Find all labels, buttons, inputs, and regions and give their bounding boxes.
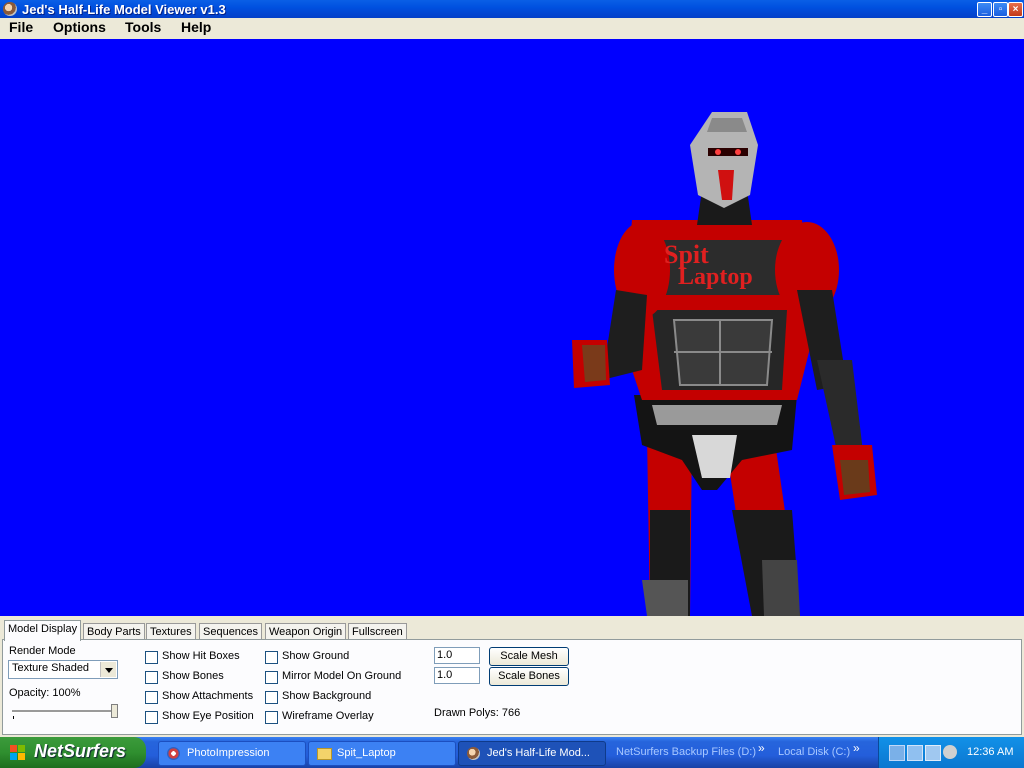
tab-fullscreen[interactable]: Fullscreen	[348, 623, 407, 640]
drawn-polys: Drawn Polys: 766	[434, 707, 521, 719]
taskbar: NetSurfers PhotoImpression Spit_Laptop J…	[0, 737, 1024, 768]
opacity-slider-thumb[interactable]	[111, 704, 118, 718]
app-icon	[467, 747, 480, 760]
volume-icon[interactable]	[943, 745, 957, 759]
task-spit-laptop[interactable]: Spit_Laptop	[308, 741, 456, 766]
local-disk-link[interactable]: Local Disk (C:)	[778, 746, 850, 758]
task-model-viewer[interactable]: Jed's Half-Life Mod...	[458, 741, 606, 766]
control-panel: Model Display Body Parts Textures Sequen…	[0, 616, 1024, 737]
tab-sequences[interactable]: Sequences	[199, 623, 263, 640]
mirror-model-label: Mirror Model On Ground	[282, 670, 402, 682]
show-eye-position-label: Show Eye Position	[162, 710, 254, 722]
clock: 12:36 AM	[967, 746, 1014, 758]
show-ground-label: Show Ground	[282, 650, 350, 662]
backup-drive-link[interactable]: NetSurfers Backup Files (D:)	[616, 746, 756, 758]
opacity-slider[interactable]	[12, 710, 116, 713]
show-bones-checkbox[interactable]	[145, 671, 158, 684]
show-attachments-checkbox[interactable]	[145, 691, 158, 704]
start-label: NetSurfers	[34, 741, 127, 761]
maximize-button[interactable]: ▫	[993, 2, 1008, 17]
tab-weapon-origin[interactable]: Weapon Origin	[265, 623, 347, 640]
window-title: Jed's Half-Life Model Viewer v1.3	[22, 2, 226, 17]
task-label: Jed's Half-Life Mod...	[487, 747, 590, 759]
tab-body-parts[interactable]: Body Parts	[83, 623, 145, 640]
scale-mesh-value: 1.0	[437, 649, 453, 661]
menu-tools[interactable]: Tools	[125, 19, 161, 35]
task-label: Spit_Laptop	[337, 747, 396, 759]
render-mode-label: Render Mode	[9, 645, 76, 657]
scale-mesh-input[interactable]: 1.0	[434, 647, 480, 664]
start-button[interactable]: NetSurfers	[0, 737, 146, 768]
render-mode-select[interactable]: Texture Shaded	[8, 660, 118, 679]
menu-help[interactable]: Help	[181, 19, 211, 35]
show-ground-checkbox[interactable]	[265, 651, 278, 664]
system-tray: 12:36 AM	[878, 737, 1024, 768]
scale-bones-input[interactable]: 1.0	[434, 667, 480, 684]
show-eye-position-checkbox[interactable]	[145, 711, 158, 724]
chevron-right-icon[interactable]: »	[758, 741, 765, 755]
title-bar[interactable]: Jed's Half-Life Model Viewer v1.3 _ ▫ ×	[0, 0, 1024, 18]
show-bones-label: Show Bones	[162, 670, 224, 682]
task-label: PhotoImpression	[187, 747, 270, 759]
windows-flag-icon	[10, 745, 26, 761]
scale-mesh-button[interactable]: Scale Mesh	[489, 647, 569, 666]
tab-model-display[interactable]: Model Display	[4, 620, 82, 641]
network-icon[interactable]	[907, 745, 923, 761]
show-background-checkbox[interactable]	[265, 691, 278, 704]
photoimpression-icon	[167, 747, 180, 760]
model-render	[572, 112, 877, 616]
menu-options[interactable]: Options	[53, 19, 106, 35]
show-attachments-label: Show Attachments	[162, 690, 254, 702]
slider-tick	[13, 716, 14, 719]
model-viewport[interactable]: Spit Laptop	[2, 40, 1022, 616]
menu-bar: File Options Tools Help	[0, 18, 1024, 39]
app-icon[interactable]	[3, 2, 17, 16]
minimize-button[interactable]: _	[977, 2, 992, 17]
scale-bones-value: 1.0	[437, 669, 453, 681]
task-photoimpression[interactable]: PhotoImpression	[158, 741, 306, 766]
network-icon[interactable]	[925, 745, 941, 761]
tab-textures[interactable]: Textures	[146, 623, 196, 640]
show-hit-boxes-label: Show Hit Boxes	[162, 650, 240, 662]
opacity-label: Opacity: 100%	[9, 687, 81, 699]
render-mode-value: Texture Shaded	[12, 662, 90, 674]
mirror-model-checkbox[interactable]	[265, 671, 278, 684]
show-hit-boxes-checkbox[interactable]	[145, 651, 158, 664]
menu-file[interactable]: File	[9, 19, 33, 35]
wireframe-overlay-checkbox[interactable]	[265, 711, 278, 724]
network-icon[interactable]	[889, 745, 905, 761]
wireframe-overlay-label: Wireframe Overlay	[282, 710, 374, 722]
chevron-down-icon[interactable]	[100, 662, 116, 677]
shirt-text-laptop: Laptop	[678, 264, 753, 290]
show-background-label: Show Background	[282, 690, 372, 702]
close-button[interactable]: ×	[1008, 2, 1023, 17]
chevron-right-icon[interactable]: »	[853, 741, 860, 755]
scale-bones-button[interactable]: Scale Bones	[489, 667, 569, 686]
folder-icon	[317, 748, 332, 760]
